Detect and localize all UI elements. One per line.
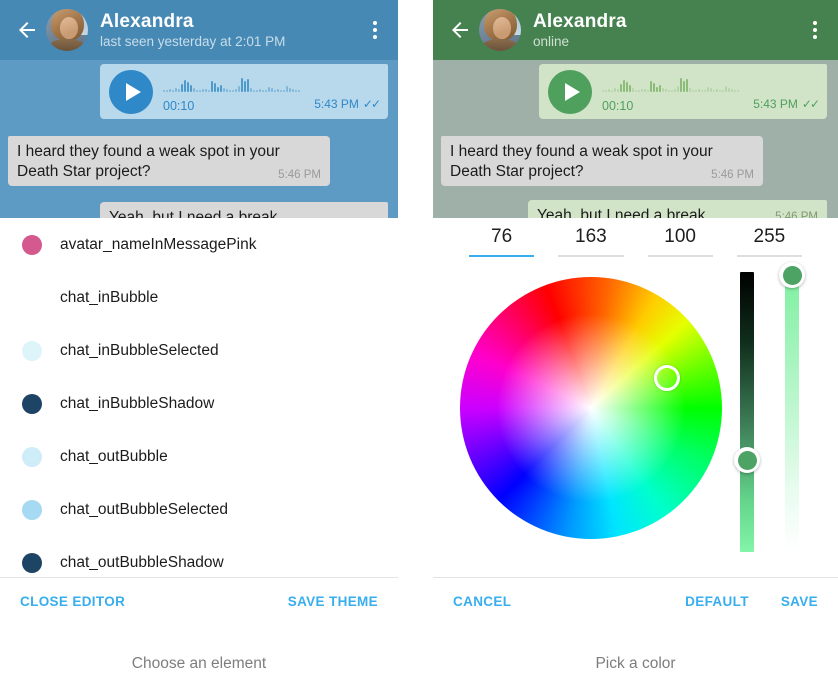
- color-value-text: 76: [491, 226, 513, 247]
- theme-element-row[interactable]: chat_inBubbleSelected: [0, 324, 398, 377]
- theme-element-row[interactable]: chat_inBubbleShadow: [0, 377, 398, 430]
- right-caption: Pick a color: [595, 655, 676, 672]
- voice-duration: 00:10: [163, 98, 195, 113]
- cancel-button[interactable]: CANCEL: [453, 594, 511, 609]
- contact-status: online: [533, 34, 570, 50]
- outgoing-message-time: 5:46 PM: [775, 211, 818, 218]
- right-chat-body: 00:10 5:43 PM ✓✓ I heard they found a wea…: [433, 60, 838, 218]
- contact-name: Alexandra: [533, 10, 627, 32]
- theme-element-row[interactable]: chat_outBubble: [0, 430, 398, 483]
- right-chat-preview: Alexandra online 00:10 5:43 PM ✓✓ I hear…: [433, 0, 838, 218]
- theme-element-chooser-panel: Alexandra last seen yesterday at 2:01 PM: [0, 0, 398, 700]
- theme-element-row[interactable]: chat_outBubbleSelected: [0, 483, 398, 536]
- color-value-text: 163: [575, 226, 607, 247]
- left-chat-preview: Alexandra last seen yesterday at 2:01 PM: [0, 0, 398, 218]
- color-value-text: 255: [753, 226, 786, 247]
- waveform: [602, 72, 818, 92]
- voice-message-bubble[interactable]: 00:10 5:43 PM ✓✓: [539, 64, 827, 119]
- color-value-text: 100: [664, 226, 696, 247]
- close-editor-button[interactable]: CLOSE EDITOR: [20, 594, 125, 609]
- brightness-slider-handle[interactable]: [734, 447, 760, 473]
- theme-element-label: avatar_nameInMessagePink: [60, 235, 257, 253]
- theme-element-label: chat_outBubble: [60, 447, 168, 465]
- default-button[interactable]: DEFAULT: [685, 594, 749, 609]
- voice-timestamp: 5:43 PM: [314, 96, 359, 111]
- back-icon[interactable]: [10, 13, 44, 47]
- save-theme-button[interactable]: SAVE THEME: [288, 594, 378, 609]
- play-icon[interactable]: [109, 70, 153, 114]
- theme-element-row[interactable]: chat_outBubbleShadow: [0, 536, 398, 578]
- field-underline: [558, 255, 624, 257]
- field-underline: [469, 255, 535, 257]
- theme-element-label: chat_inBubbleShadow: [60, 394, 215, 412]
- color-swatch[interactable]: [22, 552, 42, 573]
- avatar[interactable]: [46, 9, 88, 51]
- outgoing-message-bubble[interactable]: Yeah, but I need a break. 5:46 PM: [528, 200, 827, 218]
- theme-element-row[interactable]: chat_inBubble: [0, 271, 398, 324]
- color-picker-panel: Alexandra online 00:10 5:43 PM ✓✓ I hear…: [433, 0, 838, 700]
- voice-timestamp: 5:43 PM: [753, 96, 798, 111]
- alpha-slider-handle[interactable]: [779, 262, 805, 288]
- theme-element-label: chat_outBubbleShadow: [60, 553, 224, 571]
- incoming-message-bubble[interactable]: I heard they found a weak spot in your D…: [441, 136, 763, 186]
- left-chat-header: Alexandra last seen yesterday at 2:01 PM: [0, 0, 398, 60]
- color-swatch[interactable]: [22, 288, 42, 308]
- right-header-text: Alexandra online: [533, 11, 802, 49]
- field-underline: [647, 255, 713, 257]
- read-ticks-icon: ✓✓: [362, 96, 381, 111]
- color-value-field[interactable]: 76: [457, 226, 546, 257]
- right-action-bar: CANCEL DEFAULT SAVE: [433, 579, 838, 623]
- color-value-field[interactable]: 163: [546, 226, 635, 257]
- color-swatch[interactable]: [22, 446, 42, 467]
- play-icon[interactable]: [548, 70, 592, 114]
- color-swatch[interactable]: [22, 234, 42, 255]
- waveform: [163, 72, 379, 92]
- outgoing-message-text: Yeah, but I need a break.: [109, 209, 282, 218]
- save-button[interactable]: SAVE: [781, 594, 818, 609]
- incoming-message-bubble[interactable]: I heard they found a weak spot in your D…: [8, 136, 330, 186]
- color-picker: 76 163 100 255: [433, 218, 838, 578]
- field-underline: [736, 255, 802, 257]
- overflow-menu-icon[interactable]: [802, 21, 828, 39]
- outgoing-message-text: Yeah, but I need a break.: [537, 207, 710, 218]
- theme-element-list[interactable]: avatar_nameInMessagePink chat_inBubblecha…: [0, 218, 398, 578]
- back-icon[interactable]: [443, 13, 477, 47]
- left-caption: Choose an element: [131, 655, 267, 672]
- left-header-text: Alexandra last seen yesterday at 2:01 PM: [100, 11, 362, 49]
- avatar[interactable]: [479, 9, 521, 51]
- brightness-slider[interactable]: [740, 272, 754, 552]
- overflow-menu-icon[interactable]: [362, 21, 388, 39]
- left-action-bar: CLOSE EDITOR SAVE THEME: [0, 579, 398, 623]
- color-wheel-cursor[interactable]: [654, 365, 680, 391]
- right-action-divider: [433, 577, 838, 578]
- voice-message-bubble[interactable]: 00:10 5:43 PM ✓✓: [100, 64, 388, 119]
- color-swatch[interactable]: [22, 393, 42, 414]
- color-swatch[interactable]: [22, 340, 42, 361]
- theme-element-label: chat_inBubbleSelected: [60, 341, 219, 359]
- theme-element-row[interactable]: avatar_nameInMessagePink: [0, 218, 398, 271]
- right-chat-header: Alexandra online: [433, 0, 838, 60]
- voice-duration: 00:10: [602, 98, 634, 113]
- outgoing-message-bubble[interactable]: Yeah, but I need a break.: [100, 202, 388, 218]
- color-swatch[interactable]: [22, 499, 42, 520]
- color-value-fields[interactable]: 76 163 100 255: [433, 226, 838, 257]
- theme-element-label: chat_inBubble: [60, 288, 159, 306]
- contact-name: Alexandra: [100, 10, 194, 32]
- color-value-field[interactable]: 100: [636, 226, 725, 257]
- left-chat-body: 00:10 5:43 PM ✓✓ I heard they found a wea…: [0, 60, 398, 218]
- theme-element-label: chat_outBubbleSelected: [60, 500, 229, 518]
- color-value-field[interactable]: 255: [725, 226, 814, 257]
- color-wheel[interactable]: [460, 277, 722, 539]
- read-ticks-icon: ✓✓: [801, 96, 820, 111]
- alpha-slider[interactable]: [785, 272, 799, 552]
- contact-status: last seen yesterday at 2:01 PM: [100, 34, 286, 50]
- screen-root: Alexandra last seen yesterday at 2:01 PM: [0, 0, 838, 700]
- left-action-divider: [0, 577, 398, 578]
